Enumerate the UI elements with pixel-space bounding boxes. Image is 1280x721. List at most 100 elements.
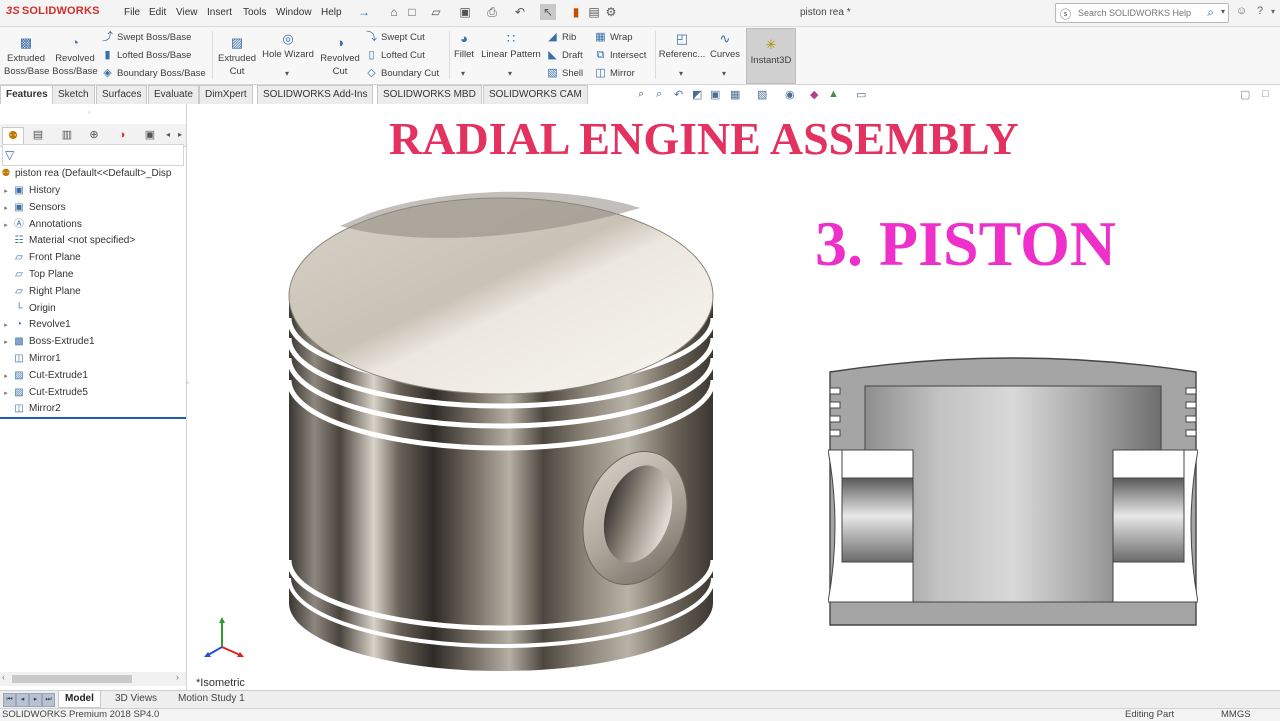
scroll-right-icon[interactable]: › [176,672,179,682]
hole-wizard-dropdown-icon[interactable]: ▾ [285,67,289,80]
menu-help[interactable]: Help [321,7,342,18]
tab-model[interactable]: Model [58,691,101,708]
expand-arrow-icon[interactable]: ▸ [0,184,12,200]
home-icon[interactable]: ⌂ [386,4,402,20]
tree-item[interactable]: ▱ Right Plane [0,284,81,300]
open-folder-icon[interactable]: ▱ [428,4,444,20]
first-tab-icon[interactable]: ⏮ [3,693,16,707]
help-icon[interactable]: ? [1257,5,1263,17]
section-view-icon[interactable]: ◩ [692,88,702,101]
reference-geometry-button[interactable]: ◰ Referenc... ▾ [658,31,706,78]
display-style-icon[interactable]: ▧ [757,88,767,101]
dimxpert-manager-tab-icon[interactable]: ⊕ [84,127,104,143]
piston-isometric-model[interactable] [280,178,730,678]
tree-item[interactable]: ☷ Material <not specified> [0,233,136,249]
fillet-button[interactable]: ◕ Fillet ▾ [451,31,477,78]
solidworks-logo[interactable]: 3S SOLIDWORKS [6,5,100,17]
last-tab-icon[interactable]: ⏭ [42,693,55,707]
dynamic-annotation-icon[interactable]: ▣ [710,88,720,101]
scroll-left-icon[interactable]: ‹ [2,672,5,682]
help-search-box[interactable]: ⓢ ⌕ ▾ [1055,3,1229,23]
revolved-cut-button[interactable]: ◑ Revolved Cut [318,35,362,78]
tab-surfaces[interactable]: Surfaces [96,85,148,104]
tab-evaluate[interactable]: Evaluate [148,85,199,104]
display-manager-tab-icon[interactable]: ◑ [112,127,132,143]
view-settings-icon[interactable]: ▭ [856,88,866,101]
menu-edit[interactable]: Edit [149,7,166,18]
next-tab-icon[interactable]: ▸ [29,693,42,707]
tree-root[interactable]: ⚉ piston rea (Default<<Default>_Disp [0,166,172,182]
tree-filter[interactable]: ▽ [2,144,184,166]
hide-show-items-icon[interactable]: ◉ [785,88,795,101]
print-icon[interactable]: ⎙ [484,4,500,20]
tree-item[interactable]: ▸ Ⓐ Annotations [0,217,82,233]
apply-scene-icon[interactable]: ▲ [828,88,839,100]
menu-insert[interactable]: Insert [207,7,232,18]
tree-item[interactable]: ▸ ▨ Cut-Extrude1 [0,368,88,384]
wrap-button[interactable]: ▦ Wrap [594,29,632,45]
intersect-button[interactable]: ⧉ Intersect [594,47,647,63]
search-icon[interactable]: ⌕ [1207,5,1214,20]
tree-item[interactable]: ▱ Front Plane [0,250,81,266]
boundary-cut-button[interactable]: ◇ Boundary Cut [365,65,439,81]
swept-boss-button[interactable]: ⤴ Swept Boss/Base [101,29,191,45]
zoom-to-fit-icon[interactable]: ⌕ [638,88,644,101]
panel-tabs-right-icon[interactable]: ▸ [170,127,190,143]
expand-arrow-icon[interactable]: ▸ [0,201,12,217]
shell-button[interactable]: ▧ Shell [546,65,583,81]
property-manager-tab-icon[interactable]: ▤ [28,127,48,143]
tree-horizontal-scrollbar[interactable]: ‹ › [0,672,186,686]
tab-3d-views[interactable]: 3D Views [109,691,163,707]
mirror-button[interactable]: ◫ Mirror [594,65,635,81]
select-cursor-icon[interactable]: ↖ [540,4,556,20]
view-orientation-icon[interactable]: ▦ [730,88,740,101]
tab-sketch[interactable]: Sketch [52,85,95,104]
hole-wizard-button[interactable]: ◎ Hole Wizard ▾ [261,31,315,78]
tree-item[interactable]: ◫ Mirror1 [0,351,60,367]
reference-dropdown-icon[interactable]: ▾ [679,67,683,80]
configuration-manager-tab-icon[interactable]: ▥ [57,127,77,143]
tree-item[interactable]: ◫ Mirror2 [0,401,60,417]
maximize-window-icon[interactable]: □ [1262,88,1269,100]
tree-item[interactable]: ▸ ▣ History [0,183,60,199]
new-document-icon[interactable]: □ [404,4,420,20]
instant3d-button[interactable]: ✳ Instant3D [746,28,796,84]
tab-features[interactable]: Features [0,85,54,104]
lofted-boss-button[interactable]: ▮ Lofted Boss/Base [101,47,191,63]
restore-window-icon[interactable]: ▢ [1240,88,1250,101]
undo-icon[interactable]: ↶ [512,4,528,20]
revolved-boss-button[interactable]: ◔ Revolved Boss/Base [52,35,98,78]
status-units[interactable]: MMGS [1221,709,1251,721]
tab-solidworks-cam[interactable]: SOLIDWORKS CAM [483,85,588,104]
edit-appearance-icon[interactable]: ◆ [810,88,818,101]
lofted-cut-button[interactable]: ▯ Lofted Cut [365,47,424,63]
menu-view[interactable]: View [176,7,198,18]
zoom-to-area-icon[interactable]: ⌕ [656,88,662,101]
help-dropdown-icon[interactable]: ▾ [1271,7,1275,16]
extruded-cut-button[interactable]: ▨ Extruded Cut [216,35,258,78]
tree-item[interactable]: ▱ Top Plane [0,267,73,283]
tree-item[interactable]: ▸ ▣ Sensors [0,200,65,217]
tab-dimxpert[interactable]: DimXpert [199,85,253,104]
extruded-boss-button[interactable]: ▩ Extruded Boss/Base [4,35,49,78]
previous-view-icon[interactable]: ↶ [674,88,683,101]
save-icon[interactable]: ▣ [457,4,473,20]
search-input[interactable] [1076,5,1200,21]
curves-dropdown-icon[interactable]: ▾ [722,67,726,80]
options-gear-icon[interactable]: ⚙ [603,4,619,20]
file-properties-icon[interactable]: ▤ [586,4,602,20]
expand-arrow-icon[interactable]: ▸ [0,335,12,351]
prev-tab-icon[interactable]: ◂ [16,693,29,707]
expand-arrow-icon[interactable]: ▸ [0,318,12,334]
expand-arrow-icon[interactable]: ▸ [0,386,12,402]
tab-solidworks-mbd[interactable]: SOLIDWORKS MBD [377,85,482,104]
feature-manager-tab-icon[interactable]: ⚉ [2,127,24,145]
chevron-down-icon[interactable]: ▾ [1221,7,1225,16]
rib-button[interactable]: ◢ Rib [546,29,576,45]
menu-file[interactable]: File [124,7,140,18]
draft-button[interactable]: ◣ Draft [546,47,582,63]
panel-collapse-grip-icon[interactable]: ◦ [186,378,192,392]
scroll-thumb[interactable] [12,675,132,683]
fillet-dropdown-icon[interactable]: ▾ [461,67,465,80]
menu-tools[interactable]: Tools [243,7,266,18]
